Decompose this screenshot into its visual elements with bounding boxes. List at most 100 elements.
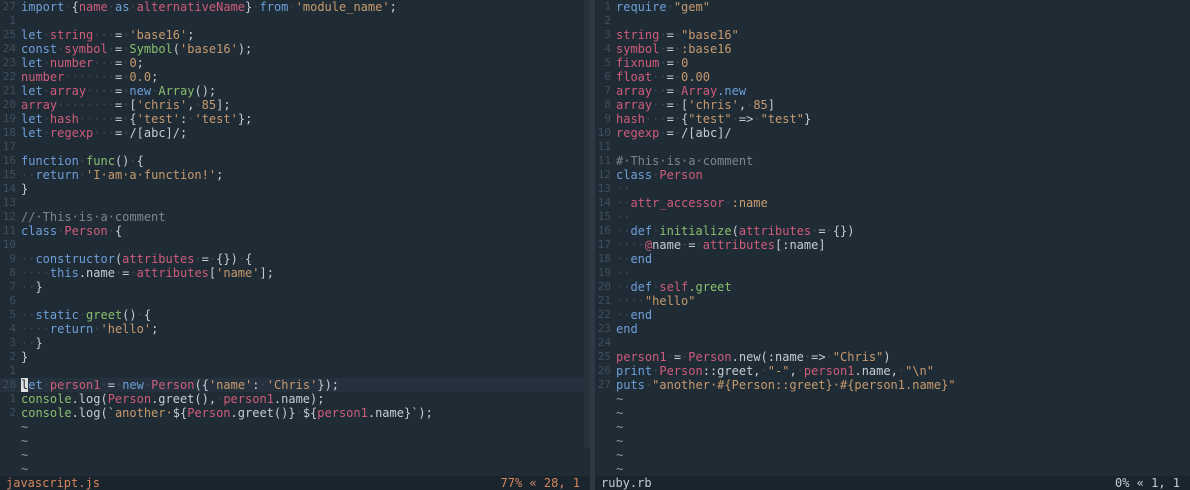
code-line[interactable]: 10 [0, 238, 590, 252]
code-line[interactable]: 23 let·number···=·0; [0, 56, 590, 70]
line-code: puts·"another·#{Person::greet}·#{person1… [616, 378, 956, 392]
line-number: 11 [597, 140, 611, 153]
line-code: array··=·['chris',·85] [616, 98, 776, 112]
code-line[interactable]: 19 let·hash·····=·{'test':·'test'}; [0, 112, 590, 126]
code-line[interactable]: 5 ··static·greet()·{ [0, 308, 590, 322]
code-line[interactable]: 18 ··end [595, 252, 1190, 266]
code-line[interactable]: 7 array··=·Array.new [595, 84, 1190, 98]
line-code: ····"hello" [616, 294, 696, 308]
line-number: 24 [597, 336, 611, 349]
code-line[interactable]: 22 ··end [595, 308, 1190, 322]
code-line[interactable]: 24 const·symbol·=·Symbol('base16'); [0, 42, 590, 56]
empty-line-marker: ~ [21, 420, 29, 434]
code-line[interactable]: 1 console.log(Person.greet(),·person1.nam… [0, 392, 590, 406]
code-line[interactable]: 20 ··def·self.greet [595, 280, 1190, 294]
code-line[interactable]: 27 import·{name·as·alternativeName}·from·… [0, 0, 590, 14]
line-number: 10 [2, 238, 16, 251]
code-line[interactable]: 6 [0, 294, 590, 308]
line-number: 17 [2, 140, 16, 153]
empty-line-marker: ~ [21, 462, 29, 476]
code-line[interactable]: 1 require·"gem" [595, 0, 1190, 14]
code-line[interactable]: 11 class·Person·{ [0, 224, 590, 238]
code-line[interactable]: 3 string·=·"base16" [595, 28, 1190, 42]
code-line[interactable]: 26 print·Person::greet,·"-",·person1.name… [595, 364, 1190, 378]
line-number: 21 [597, 294, 611, 307]
line-number: 23 [2, 56, 16, 69]
editor-pane-javascript[interactable]: 27 import·{name·as·alternativeName}·from·… [0, 0, 590, 476]
code-line[interactable]: 8 array··=·['chris',·85] [595, 98, 1190, 112]
code-line[interactable]: 10 regexp·=·/[abc]/ [595, 126, 1190, 140]
code-line[interactable]: 12 //·This·is·a·comment [0, 210, 590, 224]
code-line[interactable]: 20 array········=·['chris',·85]; [0, 98, 590, 112]
code-line[interactable]: 17 [0, 140, 590, 154]
code-line[interactable]: 22 number·······=·0.0; [0, 70, 590, 84]
empty-line-marker: ~ [616, 462, 624, 476]
line-number: 12 [2, 210, 16, 223]
code-line[interactable]: 1 [0, 364, 590, 378]
line-number: 11 [2, 224, 16, 237]
line-number: 28 [2, 378, 16, 391]
code-area[interactable]: 27 import·{name·as·alternativeName}·from·… [0, 0, 590, 476]
code-line[interactable]: 8 ····this.name·=·attributes['name']; [0, 266, 590, 280]
line-code: ··def·self.greet [616, 280, 732, 294]
code-line[interactable]: 7 ··} [0, 280, 590, 294]
line-number: 4 [9, 322, 16, 335]
line-code: fixnum·=·0 [616, 56, 689, 70]
code-line[interactable]: 1 [0, 14, 590, 28]
line-code: ·· [616, 182, 631, 196]
code-line[interactable]: 3 ··} [0, 336, 590, 350]
line-number: 7 [604, 84, 611, 97]
empty-line-marker: ~ [21, 434, 29, 448]
code-line[interactable]: 4 symbol·=·:base16 [595, 42, 1190, 56]
empty-line-marker: ~ [616, 448, 624, 462]
code-line[interactable]: 13 [0, 196, 590, 210]
line-code: //·This·is·a·comment [21, 210, 166, 224]
code-line[interactable]: 11 #·This·is·a·comment [595, 154, 1190, 168]
code-area[interactable]: 1 require·"gem" 2 3 string·=·"base16" 4 symbol… [595, 0, 1190, 476]
code-line[interactable]: 13 ·· [595, 182, 1190, 196]
code-line[interactable]: 15 ·· [595, 210, 1190, 224]
code-line[interactable]: 21 let·array····=·new·Array(); [0, 84, 590, 98]
line-code: } [21, 182, 29, 196]
code-line[interactable]: 25 person1·=·Person.new(:name·=>·"Chris") [595, 350, 1190, 364]
line-number: 20 [2, 98, 16, 111]
code-line[interactable]: 16 ··def·initialize(attributes·=·{}) [595, 224, 1190, 238]
line-code: ·· [616, 210, 631, 224]
line-code: array········=·['chris',·85]; [21, 98, 231, 112]
code-line[interactable]: 16 function·func()·{ [0, 154, 590, 168]
line-number: 14 [597, 196, 611, 209]
code-line[interactable]: 14} [0, 182, 590, 196]
code-line[interactable]: 18 let·regexp···=·/[abc]/; [0, 126, 590, 140]
code-line[interactable]: 28 let·person1·=·new·Person({'name':·'Chr… [0, 378, 590, 392]
code-line[interactable]: 21 ····"hello" [595, 294, 1190, 308]
line-number: 8 [9, 266, 16, 279]
code-line[interactable]: 4 ····return·'hello'; [0, 322, 590, 336]
code-line[interactable]: 27 puts·"another·#{Person::greet}·#{perso… [595, 378, 1190, 392]
empty-line-marker: ~ [616, 392, 624, 406]
line-code: ··static·greet()·{ [21, 308, 152, 322]
code-line[interactable]: 2} [0, 350, 590, 364]
code-line[interactable]: 9 ··constructor(attributes·=·{})·{ [0, 252, 590, 266]
code-line[interactable]: 11 [595, 140, 1190, 154]
line-number: 9 [9, 252, 16, 265]
code-line[interactable]: 14 ··attr_accessor·:name [595, 196, 1190, 210]
code-line[interactable]: 24 [595, 336, 1190, 350]
code-line[interactable]: 15 ··return·'I·am·a·function!'; [0, 168, 590, 182]
line-code: require·"gem" [616, 0, 710, 14]
line-code: ····@name·=·attributes[:name] [616, 238, 826, 252]
code-line[interactable]: 6 float··=·0.00 [595, 70, 1190, 84]
code-line[interactable]: 23 end [595, 322, 1190, 336]
code-line[interactable]: 2 console.log(`another·${Person.greet()}·… [0, 406, 590, 420]
code-line[interactable]: 19 ·· [595, 266, 1190, 280]
line-number: 22 [2, 70, 16, 83]
line-code: let·regexp···=·/[abc]/; [21, 126, 188, 140]
code-line[interactable]: 17 ····@name·=·attributes[:name] [595, 238, 1190, 252]
code-line[interactable]: 25 let·string···=·'base16'; [0, 28, 590, 42]
line-code: person1·=·Person.new(:name·=>·"Chris") [616, 350, 891, 364]
code-line[interactable]: 2 [595, 14, 1190, 28]
code-line[interactable]: 12 class·Person [595, 168, 1190, 182]
line-number: 21 [2, 84, 16, 97]
code-line[interactable]: 9 hash···=·{"test"·=>·"test"} [595, 112, 1190, 126]
editor-pane-ruby[interactable]: 1 require·"gem" 2 3 string·=·"base16" 4 symbol… [595, 0, 1190, 476]
code-line[interactable]: 5 fixnum·=·0 [595, 56, 1190, 70]
